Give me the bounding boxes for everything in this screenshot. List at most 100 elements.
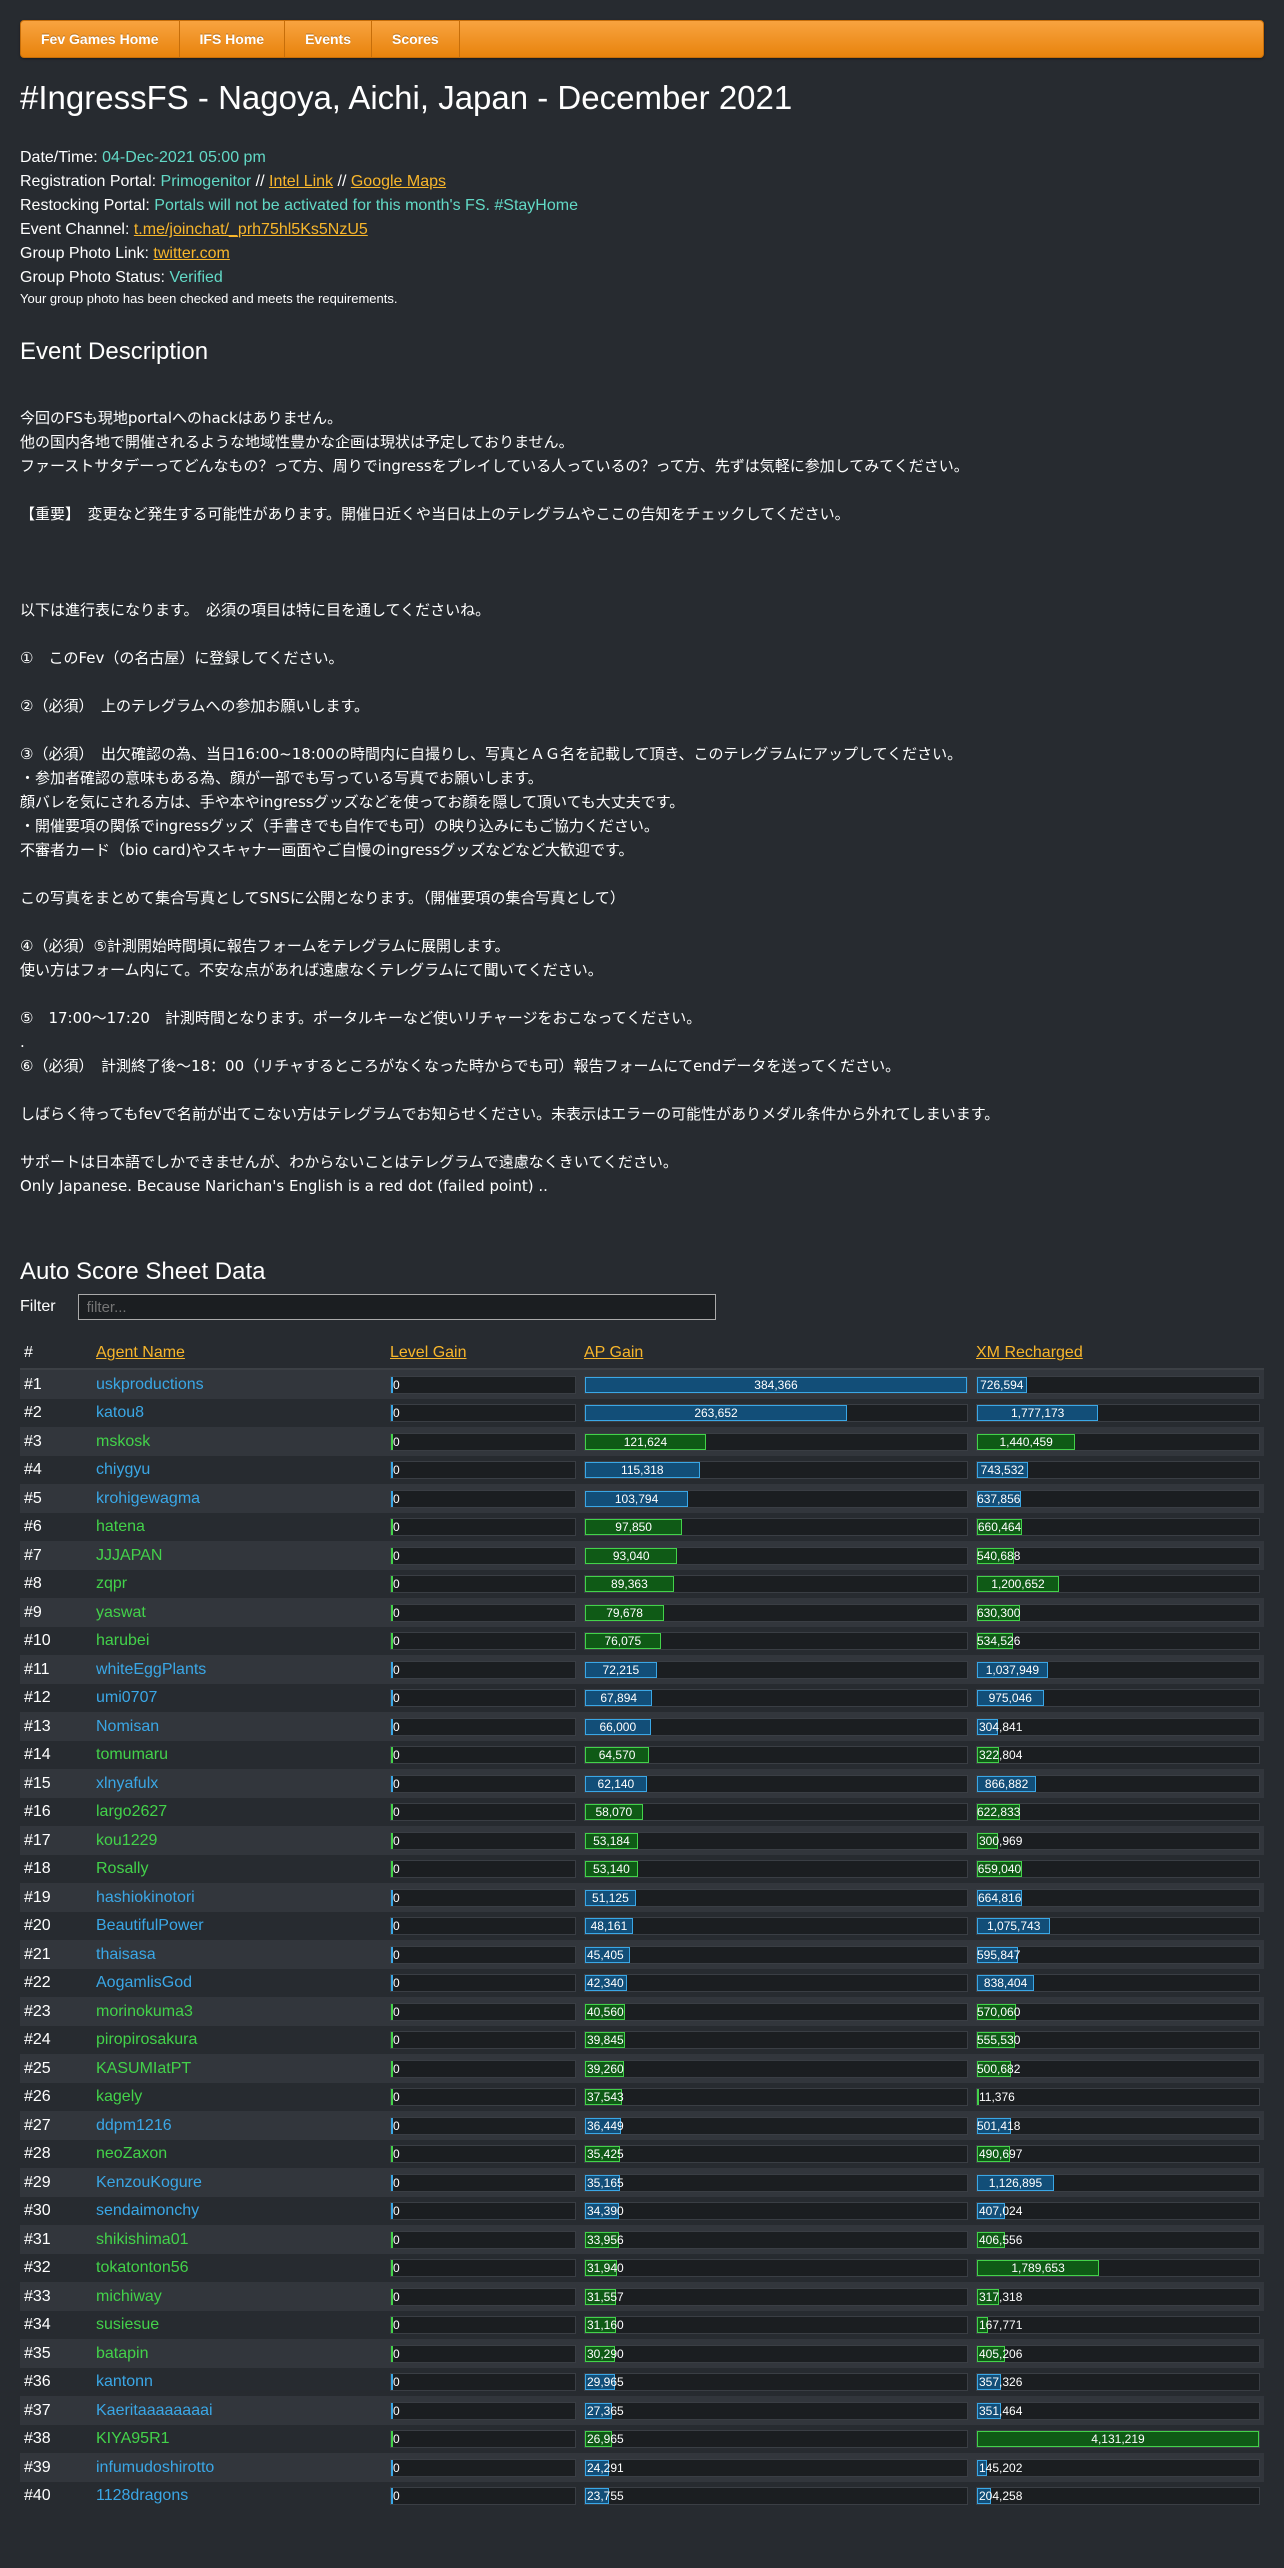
xm-recharged-cell: 304,841 xyxy=(972,1712,1264,1741)
col-agent-name[interactable]: Agent Name xyxy=(92,1338,386,1371)
agent-name[interactable]: susiesue xyxy=(96,2316,159,2333)
xm-recharged-value: 1,075,743 xyxy=(987,1919,1041,1934)
agent-name[interactable]: yaswat xyxy=(96,1604,146,1621)
xm-recharged-value: 838,404 xyxy=(983,1976,1028,1991)
agent-name[interactable]: infumudoshirotto xyxy=(96,2459,214,2476)
agent-name[interactable]: kagely xyxy=(96,2088,142,2105)
agent-name-cell: krohigewagma xyxy=(92,1484,386,1513)
col-level-gain[interactable]: Level Gain xyxy=(386,1338,580,1371)
level-gain-cell: 0 xyxy=(386,2197,580,2226)
sort-level-gain[interactable]: Level Gain xyxy=(390,1344,467,1361)
agent-name[interactable]: piropirosakura xyxy=(96,2031,197,2048)
sort-ap-gain[interactable]: AP Gain xyxy=(584,1344,643,1361)
intel-link[interactable]: Intel Link xyxy=(269,173,333,190)
photo-status-value: Verified xyxy=(169,269,223,287)
channel-link[interactable]: t.me/joinchat/_prh75hl5Ks5NzU5 xyxy=(134,221,368,238)
agent-name[interactable]: tomumaru xyxy=(96,1746,168,1763)
agent-name-cell: hashiokinotori xyxy=(92,1883,386,1912)
agent-name[interactable]: KASUMIatPT xyxy=(96,2060,191,2077)
score-rows: #1 uskproductions 0 384,366 726,594 #2 katou8 0… xyxy=(20,1369,1264,2511)
sort-xm-recharged[interactable]: XM Recharged xyxy=(976,1344,1083,1361)
col-xm-recharged[interactable]: XM Recharged xyxy=(972,1338,1264,1371)
agent-name[interactable]: xlnyafulx xyxy=(96,1775,158,1792)
agent-name[interactable]: mskosk xyxy=(96,1433,150,1450)
agent-name[interactable]: sendaimonchy xyxy=(96,2202,199,2219)
xm-recharged-cell: 570,060 xyxy=(972,1997,1264,2026)
agent-name[interactable]: chiygyu xyxy=(96,1461,150,1478)
agent-name[interactable]: zqpr xyxy=(96,1575,127,1592)
agent-name-cell: zqpr xyxy=(92,1570,386,1599)
agent-name[interactable]: whiteEggPlants xyxy=(96,1661,206,1678)
photo-link[interactable]: twitter.com xyxy=(153,245,229,262)
xm-recharged-bar: 500,682 xyxy=(976,2059,1260,2078)
agent-name[interactable]: KenzouKogure xyxy=(96,2174,202,2191)
agent-name[interactable]: kou1229 xyxy=(96,1832,157,1849)
agent-name-cell: kou1229 xyxy=(92,1826,386,1855)
datetime-row: Date/Time: 04-Dec-2021 05:00 pm xyxy=(20,146,1264,170)
agent-name[interactable]: BeautifulPower xyxy=(96,1917,204,1934)
table-row: #4 chiygyu 0 115,318 743,532 xyxy=(20,1455,1264,1485)
nav-scores[interactable]: Scores xyxy=(372,21,460,57)
agent-name-cell: batapin xyxy=(92,2339,386,2368)
agent-name[interactable]: katou8 xyxy=(96,1404,144,1421)
level-gain-bar: 0 xyxy=(390,1432,576,1451)
agent-name[interactable]: krohigewagma xyxy=(96,1490,200,1507)
level-gain-value: 0 xyxy=(393,2403,400,2418)
agent-name[interactable]: hashiokinotori xyxy=(96,1889,195,1906)
xm-recharged-bar: 11,376 xyxy=(976,2088,1260,2107)
table-row: #15 xlnyafulx 0 62,140 866,882 xyxy=(20,1769,1264,1798)
xm-recharged-cell: 1,126,895 xyxy=(972,2168,1264,2197)
nav-ifs-home[interactable]: IFS Home xyxy=(180,21,286,57)
table-row: #5 krohigewagma 0 103,794 637,856 xyxy=(20,1484,1264,1513)
nav-events[interactable]: Events xyxy=(285,21,372,57)
nav-fev-games-home[interactable]: Fev Games Home xyxy=(21,21,180,57)
ap-gain-cell: 31,557 xyxy=(580,2282,972,2311)
filter-input[interactable] xyxy=(77,1294,716,1321)
agent-name[interactable]: michiway xyxy=(96,2288,162,2305)
level-gain-cell: 0 xyxy=(386,1627,580,1656)
level-gain-value: 0 xyxy=(393,1805,400,1820)
ap-gain-cell: 30,290 xyxy=(580,2339,972,2368)
agent-name[interactable]: tokatonton56 xyxy=(96,2259,189,2276)
agent-name[interactable]: AogamlisGod xyxy=(96,1974,192,1991)
rank-cell: #18 xyxy=(24,1860,51,1878)
rank-cell: #27 xyxy=(24,2116,51,2134)
agent-name[interactable]: uskproductions xyxy=(96,1376,204,1393)
agent-name[interactable]: largo2627 xyxy=(96,1803,167,1820)
ap-gain-cell: 384,366 xyxy=(580,1369,972,1399)
agent-name[interactable]: kantonn xyxy=(96,2373,153,2390)
table-row: #3 mskosk 0 121,624 1,440,459 xyxy=(20,1427,1264,1456)
level-gain-value: 0 xyxy=(393,1719,400,1734)
table-row: #37 Kaeritaaaaaaaai 0 27,365 351,464 xyxy=(20,2396,1264,2425)
agent-name[interactable]: 1128dragons xyxy=(96,2487,188,2504)
agent-name[interactable]: Rosally xyxy=(96,1860,148,1877)
agent-name[interactable]: harubei xyxy=(96,1632,149,1649)
sort-agent-name[interactable]: Agent Name xyxy=(96,1344,185,1361)
agent-name[interactable]: hatena xyxy=(96,1518,145,1535)
ap-gain-value: 45,405 xyxy=(587,1947,624,1962)
top-nav: Fev Games Home IFS Home Events Scores xyxy=(20,20,1264,58)
level-gain-bar: 0 xyxy=(390,2401,576,2420)
xm-recharged-bar: 501,418 xyxy=(976,2116,1260,2135)
xm-recharged-bar: 975,046 xyxy=(976,1689,1260,1708)
agent-name[interactable]: morinokuma3 xyxy=(96,2003,193,2020)
agent-name[interactable]: thaisasa xyxy=(96,1946,156,1963)
ap-gain-cell: 39,845 xyxy=(580,2026,972,2055)
level-gain-cell: 0 xyxy=(386,2453,580,2482)
rank-cell: #14 xyxy=(24,1746,51,1764)
ap-gain-cell: 79,678 xyxy=(580,1598,972,1627)
xm-recharged-value: 490,697 xyxy=(979,2147,1023,2162)
agent-name[interactable]: Kaeritaaaaaaaai xyxy=(96,2402,213,2419)
agent-name[interactable]: Nomisan xyxy=(96,1718,159,1735)
agent-name[interactable]: shikishima01 xyxy=(96,2231,188,2248)
agent-name[interactable]: KIYA95R1 xyxy=(96,2430,170,2447)
google-maps-link[interactable]: Google Maps xyxy=(351,173,446,190)
agent-name[interactable]: umi0707 xyxy=(96,1689,157,1706)
table-row: #13 Nomisan 0 66,000 304,841 xyxy=(20,1712,1264,1741)
col-ap-gain[interactable]: AP Gain xyxy=(580,1338,972,1371)
agent-name[interactable]: batapin xyxy=(96,2345,149,2362)
agent-name[interactable]: JJJAPAN xyxy=(96,1547,162,1564)
agent-name[interactable]: ddpm1216 xyxy=(96,2117,172,2134)
xm-recharged-cell: 405,206 xyxy=(972,2339,1264,2368)
agent-name[interactable]: neoZaxon xyxy=(96,2145,167,2162)
